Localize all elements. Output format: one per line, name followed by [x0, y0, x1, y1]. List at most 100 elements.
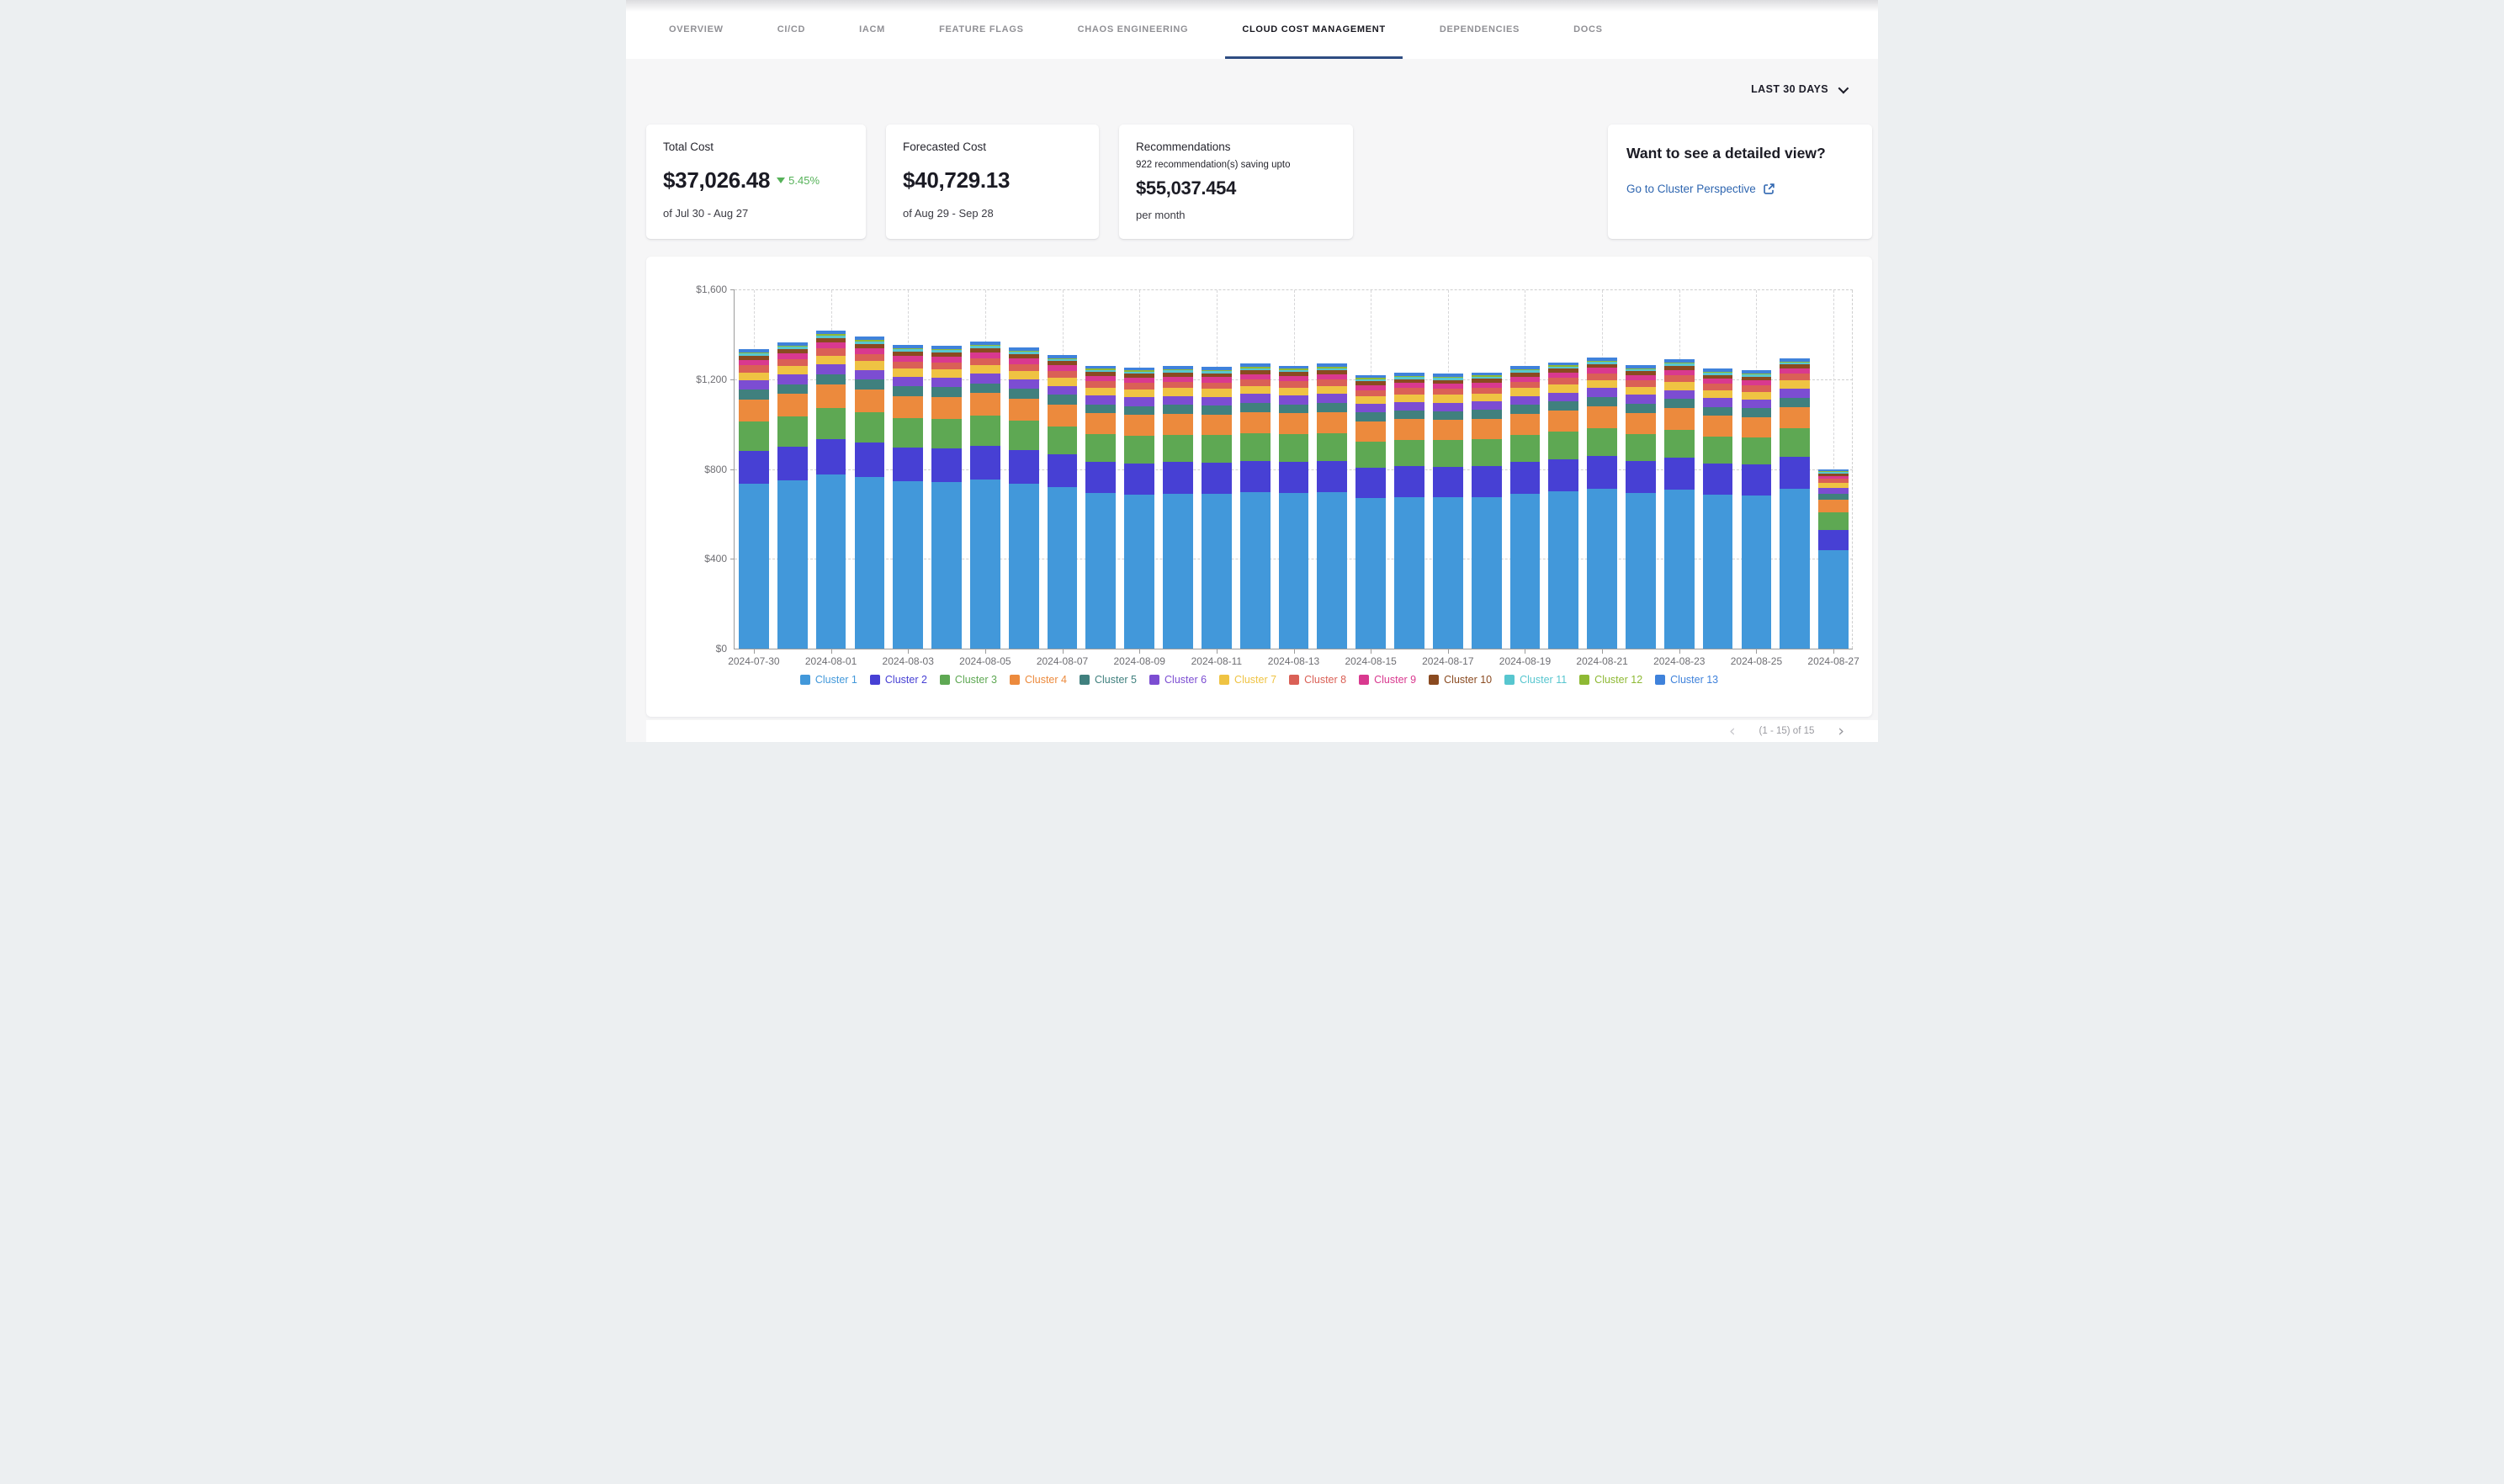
- stacked-bar-2024-08-19[interactable]: [1510, 366, 1541, 649]
- legend-item-cluster-8[interactable]: Cluster 8: [1289, 674, 1346, 686]
- bar-segment-cluster-8: [1510, 382, 1541, 389]
- legend-item-cluster-12[interactable]: Cluster 12: [1579, 674, 1642, 686]
- stacked-bar-2024-08-26[interactable]: [1780, 358, 1810, 649]
- stacked-bar-2024-08-01[interactable]: [816, 331, 846, 649]
- stacked-bar-2024-08-16[interactable]: [1394, 373, 1424, 649]
- bar-segment-cluster-6: [1472, 401, 1502, 410]
- legend-item-cluster-2[interactable]: Cluster 2: [870, 674, 927, 686]
- tab-dependencies[interactable]: DEPENDENCIES: [1423, 0, 1536, 59]
- legend-item-cluster-11[interactable]: Cluster 11: [1504, 674, 1567, 686]
- chart-bar-slot: 2024-08-25: [1737, 290, 1776, 649]
- stacked-bar-2024-08-22[interactable]: [1626, 365, 1656, 649]
- bar-segment-cluster-2: [1742, 464, 1772, 496]
- bar-segment-cluster-7: [893, 368, 923, 377]
- chart-bar-slot: 2024-08-13: [1275, 290, 1313, 649]
- bar-segment-cluster-4: [1433, 420, 1463, 440]
- legend-item-cluster-7[interactable]: Cluster 7: [1219, 674, 1276, 686]
- stacked-bar-2024-08-24[interactable]: [1703, 368, 1733, 649]
- forecasted-cost-period: of Aug 29 - Sep 28: [903, 207, 1082, 220]
- tab-iacm[interactable]: IACM: [842, 0, 902, 59]
- legend-item-cluster-3[interactable]: Cluster 3: [940, 674, 997, 686]
- bar-segment-cluster-4: [931, 397, 962, 420]
- bar-segment-cluster-7: [1742, 392, 1772, 400]
- bar-segment-cluster-6: [1317, 394, 1347, 402]
- bar-segment-cluster-5: [1394, 411, 1424, 419]
- bar-segment-cluster-3: [1703, 437, 1733, 464]
- stacked-bar-2024-08-09[interactable]: [1124, 368, 1154, 649]
- chart-bar-slot: [927, 290, 966, 649]
- bar-segment-cluster-5: [777, 384, 808, 395]
- chart-bar-slot: [1236, 290, 1275, 649]
- stacked-bar-2024-08-12[interactable]: [1240, 363, 1271, 649]
- bar-segment-cluster-2: [739, 451, 769, 484]
- stacked-bar-2024-08-20[interactable]: [1548, 363, 1578, 649]
- stacked-bar-2024-08-02[interactable]: [855, 337, 885, 649]
- bar-segment-cluster-4: [1009, 399, 1039, 421]
- bar-segment-cluster-3: [1279, 434, 1309, 462]
- bar-segment-cluster-6: [1124, 397, 1154, 405]
- stacked-bar-2024-08-15[interactable]: [1355, 375, 1386, 649]
- bar-segment-cluster-7: [739, 373, 769, 381]
- bar-segment-cluster-4: [1742, 417, 1772, 438]
- stacked-bar-2024-08-10[interactable]: [1163, 366, 1193, 649]
- legend-item-cluster-9[interactable]: Cluster 9: [1359, 674, 1416, 686]
- bar-segment-cluster-3: [1818, 512, 1849, 530]
- bar-segment-cluster-6: [1048, 386, 1078, 395]
- stacked-bar-2024-08-23[interactable]: [1664, 359, 1695, 649]
- time-range-dropdown[interactable]: LAST 30 DAYS: [1751, 83, 1846, 95]
- tab-feature-flags[interactable]: FEATURE FLAGS: [922, 0, 1041, 59]
- stacked-bar-2024-08-06[interactable]: [1009, 347, 1039, 649]
- bar-segment-cluster-3: [855, 412, 885, 443]
- legend-label: Cluster 4: [1025, 674, 1067, 686]
- legend-item-cluster-13[interactable]: Cluster 13: [1655, 674, 1718, 686]
- legend-item-cluster-1[interactable]: Cluster 1: [800, 674, 857, 686]
- stacked-bar-2024-08-21[interactable]: [1587, 358, 1617, 649]
- bar-segment-cluster-4: [855, 390, 885, 412]
- stacked-bar-2024-08-18[interactable]: [1472, 373, 1502, 649]
- bar-segment-cluster-8: [970, 358, 1000, 366]
- bar-segment-cluster-4: [1818, 500, 1849, 513]
- stacked-bar-2024-08-25[interactable]: [1742, 370, 1772, 649]
- pagination-prev-button[interactable]: ‹: [1729, 723, 1736, 739]
- bar-segment-cluster-4: [816, 384, 846, 408]
- stacked-bar-2024-08-27[interactable]: [1818, 469, 1849, 649]
- bar-segment-cluster-2: [1394, 466, 1424, 497]
- cluster-perspective-link[interactable]: Go to Cluster Perspective: [1626, 183, 1854, 195]
- chart-bar-slot: [850, 290, 889, 649]
- bar-segment-cluster-5: [1626, 404, 1656, 413]
- legend-item-cluster-10[interactable]: Cluster 10: [1429, 674, 1492, 686]
- tab-ci-cd[interactable]: CI/CD: [761, 0, 822, 59]
- stacked-bar-2024-07-30[interactable]: [739, 349, 769, 649]
- legend-item-cluster-4[interactable]: Cluster 4: [1010, 674, 1067, 686]
- legend-label: Cluster 6: [1164, 674, 1207, 686]
- legend-item-cluster-5[interactable]: Cluster 5: [1080, 674, 1137, 686]
- tab-overview[interactable]: OVERVIEW: [652, 0, 740, 59]
- stacked-bar-2024-08-04[interactable]: [931, 346, 962, 649]
- bar-segment-cluster-7: [1085, 388, 1116, 395]
- bar-segment-cluster-8: [1048, 371, 1078, 378]
- bar-segment-cluster-7: [931, 369, 962, 378]
- stacked-bar-2024-08-05[interactable]: [970, 342, 1000, 649]
- bar-segment-cluster-8: [1202, 383, 1232, 390]
- bar-segment-cluster-1: [1742, 496, 1772, 649]
- stacked-bar-2024-08-14[interactable]: [1317, 363, 1347, 649]
- stacked-bar-2024-08-08[interactable]: [1085, 366, 1116, 649]
- stacked-bar-2024-08-17[interactable]: [1433, 374, 1463, 649]
- stacked-bar-2024-08-13[interactable]: [1279, 366, 1309, 649]
- stacked-bar-2024-08-03[interactable]: [893, 345, 923, 649]
- stacked-bar-2024-08-11[interactable]: [1202, 367, 1232, 649]
- tab-chaos-engineering[interactable]: CHAOS ENGINEERING: [1061, 0, 1206, 59]
- bar-segment-cluster-5: [816, 374, 846, 384]
- pagination-next-button[interactable]: ›: [1838, 723, 1844, 739]
- stacked-bar-2024-07-31[interactable]: [777, 342, 808, 649]
- tab-cloud-cost-management[interactable]: CLOUD COST MANAGEMENT: [1225, 0, 1403, 59]
- bar-segment-cluster-3: [1048, 427, 1078, 455]
- bar-segment-cluster-4: [1780, 407, 1810, 429]
- stacked-bar-2024-08-07[interactable]: [1048, 355, 1078, 649]
- bar-segment-cluster-8: [1279, 381, 1309, 388]
- bar-segment-cluster-6: [1703, 398, 1733, 406]
- legend-item-cluster-6[interactable]: Cluster 6: [1149, 674, 1207, 686]
- bar-segment-cluster-6: [1394, 402, 1424, 411]
- legend-label: Cluster 9: [1374, 674, 1416, 686]
- tab-docs[interactable]: DOCS: [1557, 0, 1620, 59]
